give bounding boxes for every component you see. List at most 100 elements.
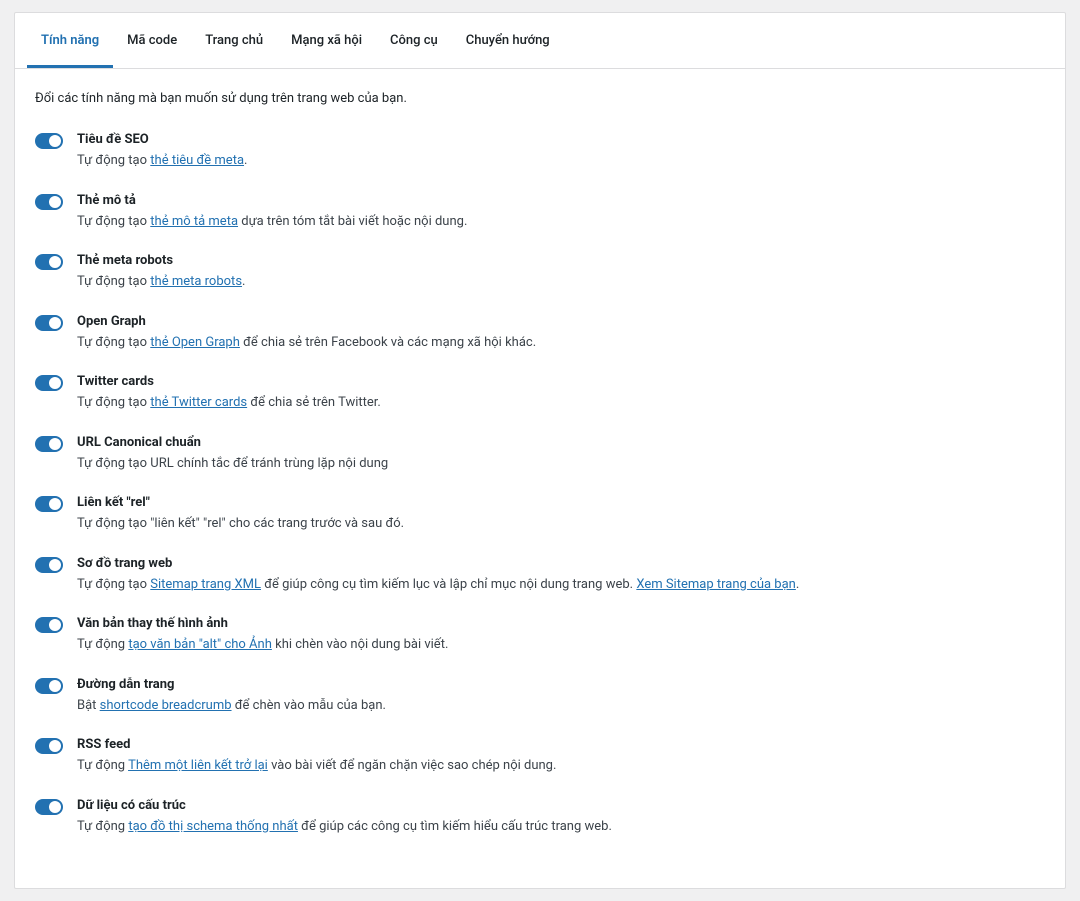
feature-row: Thẻ meta robots Tự động tạo thẻ meta robo… (35, 253, 1045, 292)
feature-text: Đường dẫn trang Bật shortcode breadcrumb … (77, 677, 1045, 716)
feature-link[interactable]: thẻ mô tả meta (150, 214, 238, 229)
feature-desc-text: Tự động tạo (77, 214, 150, 229)
tab-item[interactable]: Chuyển hướng (452, 13, 564, 68)
feature-text: Sơ đồ trang web Tự động tạo Sitemap trang… (77, 556, 1045, 595)
feature-desc: Tự động tạo thẻ meta robots. (77, 272, 1045, 292)
toggle-switch[interactable] (35, 738, 63, 754)
feature-link[interactable]: thẻ Open Graph (150, 335, 240, 350)
feature-desc-text: để giúp công cụ tìm kiếm lục và lập chỉ … (261, 577, 636, 592)
feature-desc-text: Tự động (77, 758, 128, 773)
tab-item[interactable]: Mã code (113, 13, 191, 68)
feature-desc-text: dựa trên tóm tắt bài viết hoặc nội dung. (238, 214, 467, 229)
feature-row: Thẻ mô tả Tự động tạo thẻ mô tả meta dựa … (35, 193, 1045, 232)
feature-link[interactable]: Xem Sitemap trang của bạn (636, 577, 796, 592)
feature-desc: Tự động Thêm một liên kết trở lại vào bà… (77, 756, 1045, 776)
feature-desc-text: Tự động tạo (77, 395, 150, 410)
feature-desc: Tự động tạo thẻ Open Graph để chia sẻ tr… (77, 333, 1045, 353)
toggle-switch[interactable] (35, 315, 63, 331)
feature-link[interactable]: thẻ Twitter cards (150, 395, 247, 410)
tab-item[interactable]: Tính năng (27, 13, 113, 68)
feature-row: Sơ đồ trang web Tự động tạo Sitemap trang… (35, 556, 1045, 595)
toggle-switch[interactable] (35, 436, 63, 452)
feature-link[interactable]: tạo đồ thị schema thống nhất (128, 819, 298, 834)
feature-title: Open Graph (77, 314, 1045, 329)
feature-text: Văn bản thay thế hình ảnh Tự động tạo văn… (77, 616, 1045, 655)
feature-desc-text: Tự động tạo (77, 335, 150, 350)
feature-text: URL Canonical chuẩn Tự động tạo URL chính… (77, 435, 1045, 474)
feature-row: RSS feed Tự động Thêm một liên kết trở lạ… (35, 737, 1045, 776)
feature-desc-text: Tự động tạo (77, 153, 150, 168)
feature-desc: Tự động tạo thẻ Twitter cards để chia sẻ… (77, 393, 1045, 413)
feature-row: Đường dẫn trang Bật shortcode breadcrumb … (35, 677, 1045, 716)
feature-desc: Tự động tạo đồ thị schema thống nhất để … (77, 817, 1045, 837)
feature-desc-text: để chèn vào mẫu của bạn. (232, 698, 386, 713)
settings-panel: Tính năngMã codeTrang chủMạng xã hộiCông… (14, 12, 1066, 889)
feature-desc: Bật shortcode breadcrumb để chèn vào mẫu… (77, 696, 1045, 716)
feature-desc-text: . (242, 274, 245, 289)
feature-desc-text: vào bài viết để ngăn chặn việc sao chép … (268, 758, 557, 773)
feature-desc-text: để chia sẻ trên Facebook và các mạng xã … (240, 335, 536, 350)
feature-text: Tiêu đề SEOTự động tạo thẻ tiêu đề meta. (77, 132, 1045, 171)
feature-desc-text: Tự động (77, 819, 128, 834)
feature-text: Open Graph Tự động tạo thẻ Open Graph để … (77, 314, 1045, 353)
feature-title: Twitter cards (77, 374, 1045, 389)
feature-title: URL Canonical chuẩn (77, 435, 1045, 450)
toggle-switch[interactable] (35, 375, 63, 391)
tab-content: Đổi các tính năng mà bạn muốn sử dụng tr… (15, 69, 1065, 888)
feature-text: Thẻ meta robots Tự động tạo thẻ meta robo… (77, 253, 1045, 292)
feature-link[interactable]: shortcode breadcrumb (100, 698, 232, 713)
feature-row: Dữ liệu có cấu trúc Tự động tạo đồ thị sc… (35, 798, 1045, 837)
feature-desc: Tự động tạo thẻ tiêu đề meta. (77, 151, 1045, 171)
feature-row: Twitter cards Tự động tạo thẻ Twitter car… (35, 374, 1045, 413)
feature-row: URL Canonical chuẩn Tự động tạo URL chính… (35, 435, 1045, 474)
feature-desc-text: Tự động tạo "liên kết" "rel" cho các tra… (77, 516, 404, 531)
feature-link[interactable]: Sitemap trang XML (150, 577, 261, 592)
feature-desc-text: Tự động (77, 637, 128, 652)
feature-title: Văn bản thay thế hình ảnh (77, 616, 1045, 631)
toggle-switch[interactable] (35, 496, 63, 512)
feature-title: Thẻ meta robots (77, 253, 1045, 268)
feature-text: Dữ liệu có cấu trúc Tự động tạo đồ thị sc… (77, 798, 1045, 837)
feature-desc: Tự động tạo văn bản "alt" cho Ảnh khi ch… (77, 635, 1045, 655)
toggle-switch[interactable] (35, 799, 63, 815)
feature-link[interactable]: thẻ tiêu đề meta (150, 153, 244, 168)
feature-row: Liên kết "rel"Tự động tạo "liên kết" "re… (35, 495, 1045, 534)
feature-text: Liên kết "rel"Tự động tạo "liên kết" "re… (77, 495, 1045, 534)
feature-desc-text: . (796, 577, 799, 592)
feature-link[interactable]: Thêm một liên kết trở lại (128, 758, 268, 773)
feature-link[interactable]: thẻ meta robots (150, 274, 242, 289)
toggle-switch[interactable] (35, 557, 63, 573)
feature-link[interactable]: tạo văn bản "alt" cho Ảnh (128, 637, 272, 652)
feature-desc-text: để giúp các công cụ tìm kiếm hiểu cấu tr… (298, 819, 612, 834)
feature-desc-text: khi chèn vào nội dung bài viết. (272, 637, 449, 652)
feature-desc: Tự động tạo thẻ mô tả meta dựa trên tóm … (77, 212, 1045, 232)
feature-title: RSS feed (77, 737, 1045, 752)
tab-item[interactable]: Công cụ (376, 13, 452, 68)
features-list: Tiêu đề SEOTự động tạo thẻ tiêu đề meta.… (35, 132, 1045, 836)
tab-item[interactable]: Trang chủ (191, 13, 277, 68)
feature-desc: Tự động tạo URL chính tắc để tránh trùng… (77, 454, 1045, 474)
feature-row: Tiêu đề SEOTự động tạo thẻ tiêu đề meta. (35, 132, 1045, 171)
toggle-switch[interactable] (35, 194, 63, 210)
tabs-nav: Tính năngMã codeTrang chủMạng xã hộiCông… (15, 13, 1065, 69)
feature-title: Sơ đồ trang web (77, 556, 1045, 571)
tab-item[interactable]: Mạng xã hội (277, 13, 376, 68)
feature-title: Thẻ mô tả (77, 193, 1045, 208)
toggle-switch[interactable] (35, 617, 63, 633)
intro-text: Đổi các tính năng mà bạn muốn sử dụng tr… (35, 91, 1045, 106)
toggle-switch[interactable] (35, 678, 63, 694)
feature-desc-text: Bật (77, 698, 100, 713)
feature-text: Twitter cards Tự động tạo thẻ Twitter car… (77, 374, 1045, 413)
feature-row: Open Graph Tự động tạo thẻ Open Graph để … (35, 314, 1045, 353)
feature-desc-text: . (244, 153, 247, 168)
feature-desc-text: Tự động tạo (77, 577, 150, 592)
feature-title: Đường dẫn trang (77, 677, 1045, 692)
toggle-switch[interactable] (35, 254, 63, 270)
feature-desc-text: Tự động tạo (77, 274, 150, 289)
feature-desc-text: để chia sẻ trên Twitter. (247, 395, 381, 410)
feature-desc: Tự động tạo Sitemap trang XML để giúp cô… (77, 575, 1045, 595)
feature-title: Dữ liệu có cấu trúc (77, 798, 1045, 813)
feature-desc: Tự động tạo "liên kết" "rel" cho các tra… (77, 514, 1045, 534)
toggle-switch[interactable] (35, 133, 63, 149)
feature-text: RSS feed Tự động Thêm một liên kết trở lạ… (77, 737, 1045, 776)
